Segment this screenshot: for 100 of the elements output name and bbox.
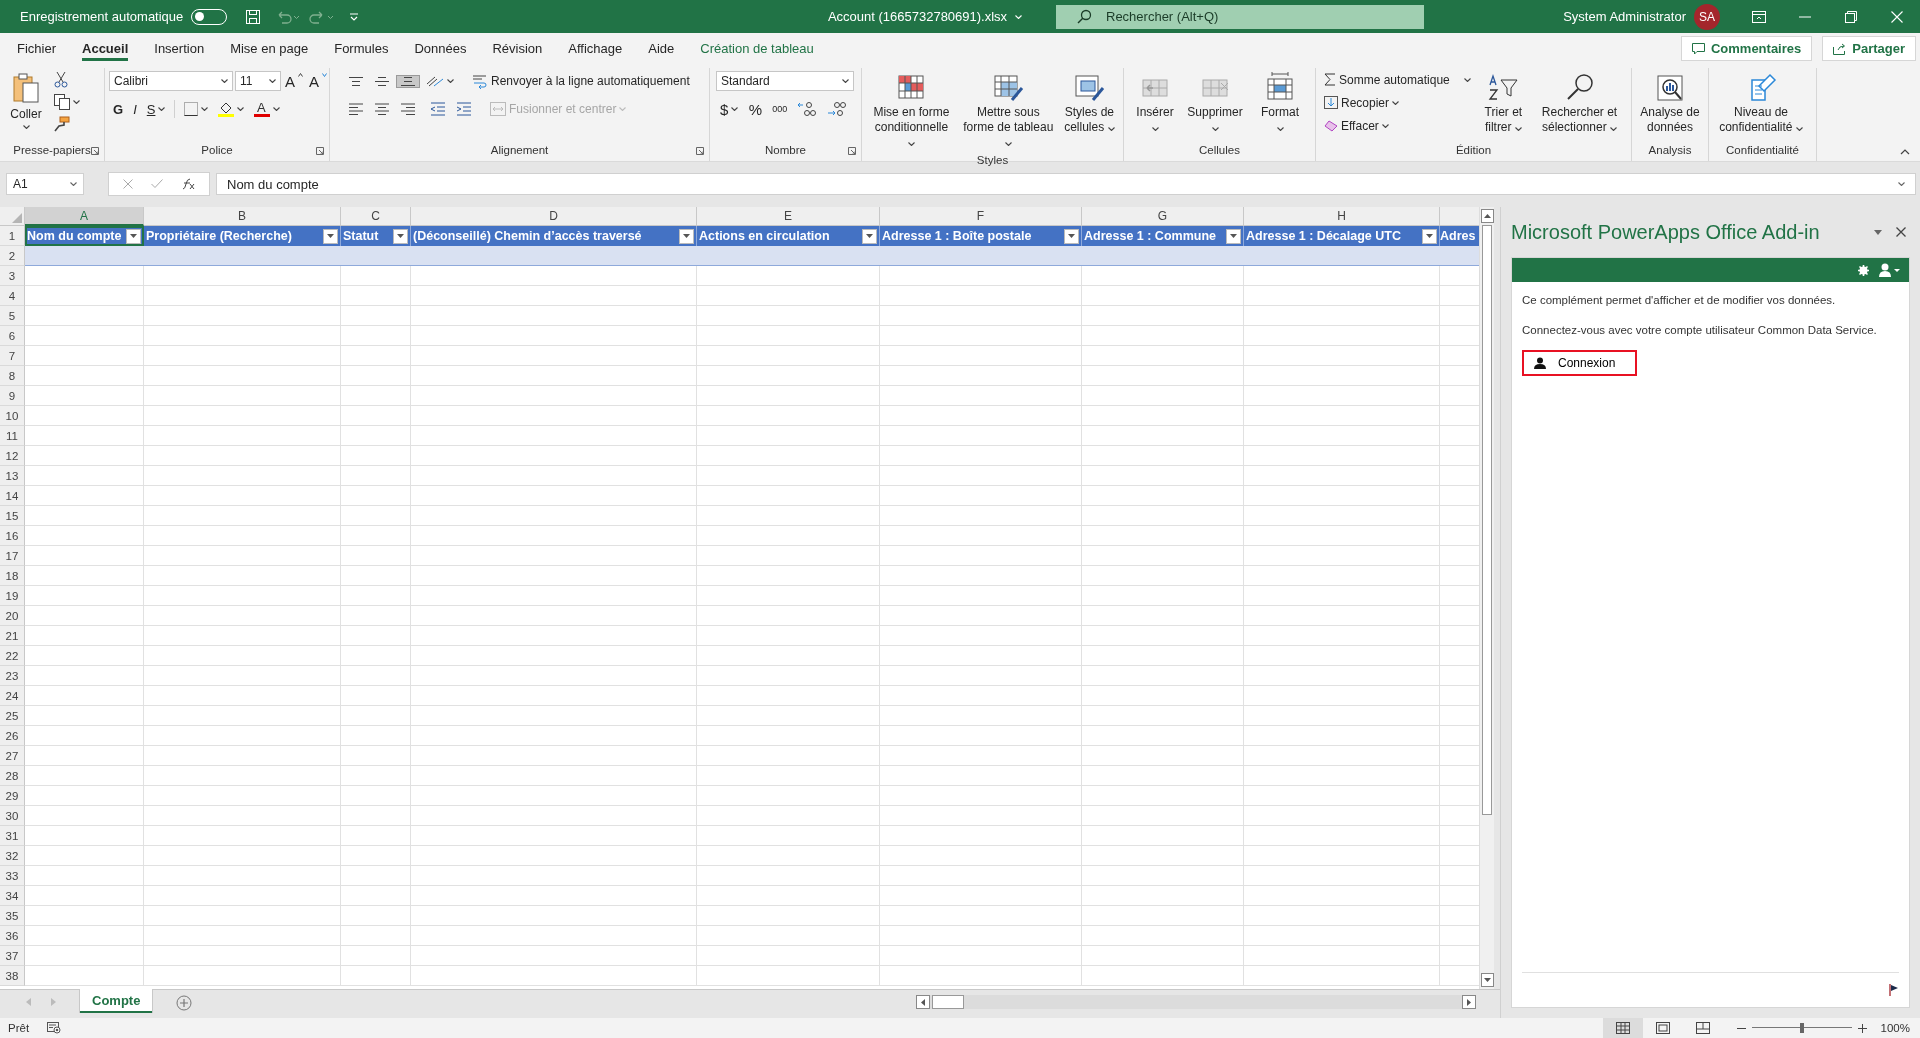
dialog-launcher-icon[interactable]: [91, 147, 99, 155]
zoom-slider[interactable]: [1751, 1023, 1852, 1033]
dialog-launcher-icon[interactable]: [848, 147, 856, 155]
row-header[interactable]: 27: [0, 746, 25, 766]
filter-button[interactable]: [679, 228, 694, 244]
row-header[interactable]: 19: [0, 586, 25, 606]
column-header[interactable]: C: [341, 207, 411, 226]
caret-icon[interactable]: [1874, 229, 1882, 235]
vertical-align-button[interactable]: [396, 74, 420, 88]
fill-button[interactable]: Recopier: [1320, 91, 1475, 114]
table-header-cell[interactable]: Statut: [341, 226, 411, 246]
ribbon-tab[interactable]: Fichier: [7, 33, 66, 64]
row-header[interactable]: 12: [0, 446, 25, 466]
column-header[interactable]: G: [1082, 207, 1244, 226]
vertical-scrollbar[interactable]: [1479, 207, 1494, 989]
filter-button[interactable]: [862, 228, 877, 244]
ribbon-tab[interactable]: Formules: [324, 33, 399, 64]
percent-button[interactable]: %: [744, 98, 767, 120]
ribbon-tab[interactable]: Aide: [638, 33, 685, 64]
customize-icon[interactable]: [349, 11, 360, 22]
filter-button[interactable]: [323, 228, 338, 244]
checkmark-icon[interactable]: [151, 179, 163, 189]
table-header-cell[interactable]: (Déconseillé) Chemin d’accès traversé: [411, 226, 697, 246]
column-header[interactable]: B: [144, 207, 341, 226]
row-header[interactable]: 24: [0, 686, 25, 706]
ribbon-tab[interactable]: Affichage: [558, 33, 633, 64]
row-header[interactable]: 15: [0, 506, 25, 526]
clear-button[interactable]: Effacer: [1320, 114, 1475, 137]
column-header[interactable]: H: [1244, 207, 1440, 226]
italic-button[interactable]: I: [129, 99, 141, 119]
row-header[interactable]: 37: [0, 946, 25, 966]
column-header[interactable]: E: [697, 207, 880, 226]
grow-font-button[interactable]: A: [283, 70, 305, 92]
filter-button[interactable]: [1064, 228, 1079, 244]
row-header[interactable]: 18: [0, 566, 25, 586]
table-header-cell[interactable]: Propriétaire (Recherche): [144, 226, 341, 246]
font-color-button[interactable]: A: [250, 99, 285, 119]
restore-icon[interactable]: [1845, 10, 1857, 23]
ribbon-button[interactable]: Supprimer: [1184, 68, 1246, 136]
row-header[interactable]: 22: [0, 646, 25, 666]
thousands-button[interactable]: 000: [768, 102, 792, 116]
ribbon-button[interactable]: Format: [1252, 68, 1308, 136]
scroll-thumb[interactable]: [1482, 225, 1492, 815]
row-header[interactable]: 17: [0, 546, 25, 566]
shrink-font-button[interactable]: A: [307, 70, 329, 92]
dialog-launcher-icon[interactable]: [696, 147, 704, 155]
ribbon-button[interactable]: Trier et filtrer: [1476, 68, 1531, 136]
ribbon-tab[interactable]: Insertion: [144, 33, 215, 64]
ribbon-button[interactable]: Analyse de données: [1636, 68, 1704, 136]
ribbon-button[interactable]: Styles de cellules: [1059, 68, 1119, 136]
row-header[interactable]: 13: [0, 466, 25, 486]
row-header[interactable]: 36: [0, 926, 25, 946]
add-sheet-icon[interactable]: [176, 995, 193, 1011]
filter-button[interactable]: [393, 228, 408, 244]
row-header[interactable]: 26: [0, 726, 25, 746]
gear-icon[interactable]: [1858, 264, 1869, 276]
ribbon-button[interactable]: Niveau de confidentialité: [1713, 68, 1809, 136]
row-header[interactable]: 3: [0, 266, 25, 286]
ribbon-tab[interactable]: Création de tableau: [690, 33, 824, 64]
ribbon-tab[interactable]: Données: [404, 33, 477, 64]
filter-button[interactable]: [1422, 228, 1437, 244]
table-header-cell[interactable]: Adresse 1 : Boîte postale: [880, 226, 1082, 246]
row-header[interactable]: 34: [0, 886, 25, 906]
row-header[interactable]: 32: [0, 846, 25, 866]
row-header[interactable]: 5: [0, 306, 25, 326]
search-field[interactable]: Rechercher (Alt+Q): [1056, 4, 1424, 29]
bold-button[interactable]: G: [109, 99, 128, 119]
ribbon-button[interactable]: Insérer: [1132, 68, 1178, 136]
row-header[interactable]: 30: [0, 806, 25, 826]
row-header[interactable]: 4: [0, 286, 25, 306]
ribbon-tab[interactable]: Accueil: [72, 33, 139, 64]
close-icon[interactable]: [1896, 227, 1906, 237]
formula-input[interactable]: Nom du compte: [216, 173, 1916, 195]
zoom-in-icon[interactable]: [1857, 1023, 1867, 1033]
table-header-cell[interactable]: Actions en circulation: [697, 226, 880, 246]
row-header[interactable]: 16: [0, 526, 25, 546]
dialog-launcher-icon[interactable]: [316, 147, 324, 155]
horizontal-scrollbar[interactable]: [916, 995, 1476, 1009]
ribbon-display-icon[interactable]: [1752, 10, 1766, 23]
save-icon[interactable]: [245, 8, 262, 25]
row-header[interactable]: 38: [0, 966, 25, 986]
column-header[interactable]: D: [411, 207, 697, 226]
comments-button[interactable]: Commentaires: [1680, 36, 1813, 61]
row-header[interactable]: 2: [0, 246, 25, 266]
row-header[interactable]: 1: [0, 226, 25, 246]
row-header[interactable]: 6: [0, 326, 25, 346]
minimize-icon[interactable]: [1799, 15, 1811, 18]
paste-button[interactable]: Coller: [4, 68, 48, 130]
currency-button[interactable]: $: [716, 98, 743, 120]
row-header[interactable]: 10: [0, 406, 25, 426]
row-header[interactable]: 29: [0, 786, 25, 806]
row-header[interactable]: 20: [0, 606, 25, 626]
table-header-cell[interactable]: Adresse 1 : Décalage UTC: [1244, 226, 1440, 246]
font-size-dropdown[interactable]: 11: [235, 71, 281, 91]
view-button[interactable]: [1602, 1018, 1643, 1038]
scroll-thumb[interactable]: [932, 995, 964, 1009]
collapse-ribbon-icon[interactable]: [1900, 149, 1910, 155]
font-name-dropdown[interactable]: Calibri: [109, 71, 233, 91]
function-icon[interactable]: [181, 178, 195, 190]
row-header[interactable]: 31: [0, 826, 25, 846]
